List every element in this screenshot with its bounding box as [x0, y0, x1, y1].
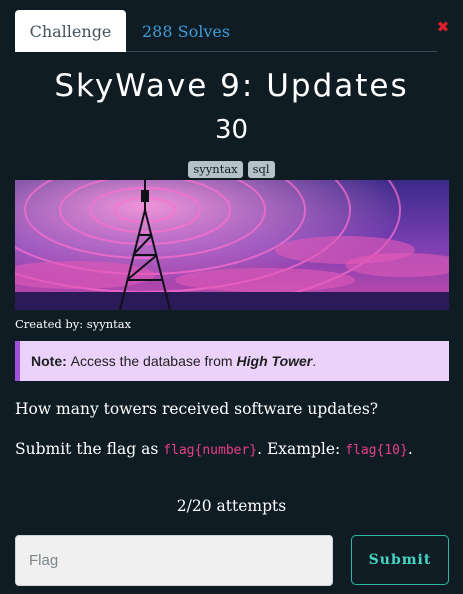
challenge-points: 30 — [214, 115, 249, 145]
submit-button[interactable]: Submit — [351, 535, 449, 585]
tag-syyntax: syyntax — [188, 161, 243, 178]
author-name: syyntax — [86, 317, 132, 331]
note-highlight: High Tower — [236, 353, 313, 369]
tag-sql: sql — [247, 161, 275, 178]
close-icon[interactable]: ✖ — [436, 20, 450, 35]
flag-format-code: flag{number} — [163, 443, 258, 458]
submit-prefix: Submit the flag as — [15, 440, 164, 458]
author-prefix: Created by: — [15, 317, 87, 331]
author-line: Created by: syyntax — [15, 317, 131, 331]
tab-challenge[interactable]: Challenge — [15, 10, 126, 52]
submit-instructions: Submit the flag as flag{number}. Example… — [15, 440, 413, 458]
submit-end: . — [407, 440, 413, 458]
challenge-title: SkyWave 9: Updates — [54, 68, 409, 104]
challenge-banner-image — [15, 180, 449, 310]
flag-input[interactable] — [15, 535, 333, 586]
note-callout: Note: Access the database from High Tower… — [15, 341, 449, 381]
flag-example-code: flag{10} — [345, 443, 408, 458]
tag-list: syyntax sql — [0, 161, 463, 178]
submit-middle: . Example: — [257, 440, 346, 458]
tab-bar: Challenge 288 Solves — [15, 10, 437, 52]
attempts-counter: 2/20 attempts — [176, 497, 287, 515]
note-label: Note: — [31, 353, 67, 369]
note-end: . — [312, 353, 317, 369]
tab-solves[interactable]: 288 Solves — [142, 10, 230, 52]
note-text: Access the database from — [70, 353, 233, 369]
challenge-question: How many towers received software update… — [15, 400, 379, 418]
